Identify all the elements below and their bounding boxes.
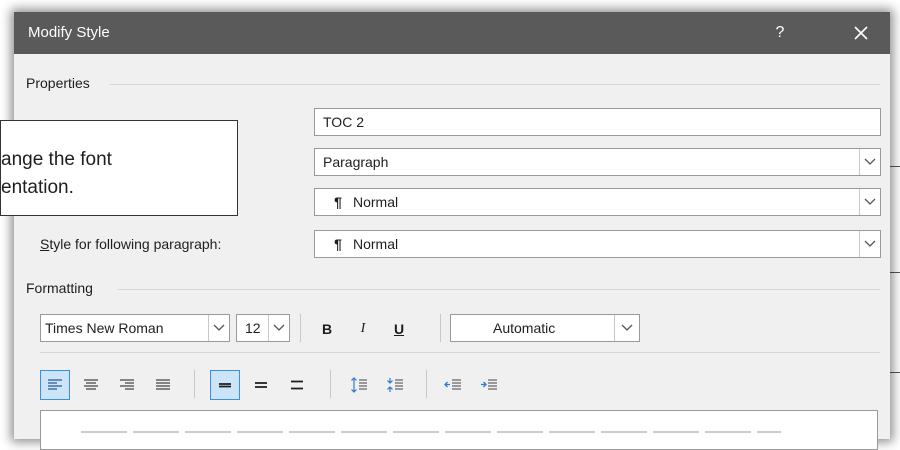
following-paragraph-accel: S bbox=[40, 236, 50, 252]
align-left-button[interactable] bbox=[40, 370, 70, 400]
chevron-down-icon bbox=[621, 324, 633, 331]
one-half-spacing-button[interactable] bbox=[246, 370, 276, 400]
callout-line-2: entation. bbox=[1, 177, 74, 198]
font-color-value: Automatic bbox=[493, 320, 556, 336]
help-button[interactable]: ? bbox=[762, 12, 798, 54]
title-bar: Modify Style ? bbox=[14, 12, 890, 54]
font-size-select[interactable]: 12 bbox=[236, 314, 290, 342]
style-type-value: Paragraph bbox=[323, 154, 389, 170]
chevron-down-icon bbox=[864, 158, 876, 165]
toolbar-separator bbox=[194, 370, 195, 398]
decrease-paragraph-spacing-button[interactable] bbox=[380, 370, 410, 400]
close-button[interactable] bbox=[836, 12, 886, 54]
single-spacing-button[interactable] bbox=[210, 370, 240, 400]
following-paragraph-display: ¶ Normal bbox=[329, 236, 398, 252]
dropdown-arrow[interactable] bbox=[268, 315, 289, 341]
align-center-icon bbox=[84, 379, 98, 390]
single-spacing-icon bbox=[219, 383, 231, 388]
callout-box: ange the font entation. bbox=[0, 120, 238, 216]
pilcrow-icon: ¶ bbox=[334, 236, 342, 252]
dropdown-arrow[interactable] bbox=[859, 149, 880, 175]
increase-indent-icon bbox=[481, 379, 497, 390]
chevron-down-icon bbox=[864, 240, 876, 247]
toolbar-separator bbox=[426, 370, 427, 398]
align-right-icon bbox=[120, 379, 134, 390]
chevron-down-icon bbox=[864, 198, 876, 205]
dropdown-arrow[interactable] bbox=[208, 315, 229, 341]
following-paragraph-label: Style for following paragraph: bbox=[40, 236, 221, 252]
style-based-on-display: ¶ Normal bbox=[329, 194, 398, 210]
decrease-indent-icon bbox=[444, 379, 461, 390]
modify-style-dialog: Modify Style ? Properties TOC 2 Paragrap… bbox=[14, 12, 890, 450]
preview-sample-text bbox=[81, 431, 781, 433]
following-paragraph-label-text: tyle for following paragraph: bbox=[49, 236, 222, 252]
following-paragraph-value: Normal bbox=[353, 236, 399, 252]
style-name-field[interactable]: TOC 2 bbox=[314, 108, 881, 136]
align-right-button[interactable] bbox=[112, 370, 142, 400]
chevron-down-icon bbox=[273, 324, 285, 331]
following-paragraph-select[interactable]: ¶ Normal bbox=[314, 230, 881, 258]
dropdown-arrow[interactable] bbox=[859, 231, 880, 257]
justify-icon bbox=[156, 379, 170, 390]
close-icon bbox=[854, 26, 868, 40]
increase-paragraph-spacing-button[interactable] bbox=[344, 370, 374, 400]
formatting-section-label: Formatting bbox=[26, 280, 93, 296]
pilcrow-icon: ¶ bbox=[334, 194, 342, 210]
underline-button[interactable]: U bbox=[386, 314, 412, 344]
style-preview-box bbox=[40, 410, 878, 450]
justify-button[interactable] bbox=[148, 370, 178, 400]
bold-button[interactable]: B bbox=[314, 314, 340, 344]
double-spacing-icon bbox=[291, 380, 303, 390]
align-left-icon bbox=[48, 379, 62, 390]
toolbar-separator bbox=[330, 370, 331, 398]
decrease-indent-button[interactable] bbox=[438, 370, 468, 400]
font-size-value: 12 bbox=[245, 320, 261, 336]
dropdown-arrow[interactable] bbox=[614, 315, 639, 341]
double-spacing-button[interactable] bbox=[282, 370, 312, 400]
callout-line-1: ange the font bbox=[1, 149, 112, 170]
properties-divider bbox=[110, 84, 880, 85]
dialog-title: Modify Style bbox=[28, 24, 110, 41]
style-type-select[interactable]: Paragraph bbox=[314, 148, 881, 176]
toolbar-divider bbox=[40, 352, 880, 353]
formatting-divider bbox=[118, 289, 880, 290]
increase-paragraph-spacing-icon bbox=[351, 377, 367, 393]
chevron-down-icon bbox=[213, 324, 225, 331]
align-center-button[interactable] bbox=[76, 370, 106, 400]
toolbar-separator bbox=[300, 314, 301, 342]
style-based-on-value: Normal bbox=[353, 194, 399, 210]
toolbar-separator bbox=[440, 314, 441, 342]
decrease-paragraph-spacing-icon bbox=[387, 378, 403, 392]
properties-section-label: Properties bbox=[26, 75, 90, 91]
dropdown-arrow[interactable] bbox=[859, 189, 880, 215]
font-name-select[interactable]: Times New Roman bbox=[40, 314, 230, 342]
increase-indent-button[interactable] bbox=[474, 370, 504, 400]
one-half-spacing-icon bbox=[255, 382, 267, 388]
italic-button[interactable]: I bbox=[350, 314, 376, 344]
style-based-on-select[interactable]: ¶ Normal bbox=[314, 188, 881, 216]
font-name-value: Times New Roman bbox=[45, 320, 164, 336]
font-color-select[interactable]: Automatic bbox=[450, 314, 640, 342]
